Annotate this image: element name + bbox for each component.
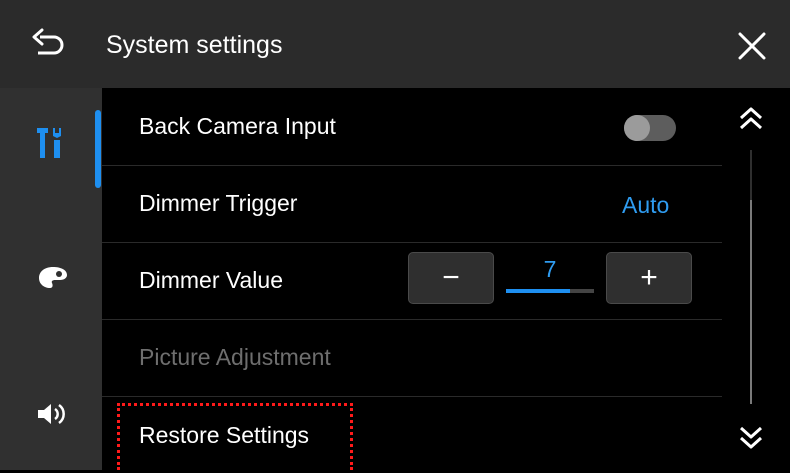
volume-icon — [38, 403, 65, 425]
minus-icon: − — [442, 261, 460, 294]
dimmer-level-bar — [506, 289, 594, 293]
setting-row-back-camera-input[interactable]: Back Camera Input — [102, 88, 722, 166]
increase-dimmer-button[interactable]: + — [606, 252, 692, 304]
palette-icon — [39, 267, 67, 288]
scroll-up-button[interactable] — [735, 104, 767, 136]
setting-label: Back Camera Input — [139, 113, 336, 139]
focus-highlight — [117, 403, 353, 470]
back-button[interactable] — [30, 28, 66, 60]
active-tab-indicator — [95, 110, 101, 188]
category-sidebar — [0, 88, 102, 470]
decrease-dimmer-button[interactable]: − — [408, 252, 494, 304]
title-bar: System settings — [0, 0, 790, 88]
dimmer-trigger-value[interactable]: Auto — [622, 192, 669, 219]
scrollbar-thumb[interactable] — [750, 200, 752, 404]
tab-display[interactable] — [0, 238, 102, 318]
setting-label: Picture Adjustment — [139, 344, 331, 370]
back-camera-toggle[interactable] — [624, 115, 676, 141]
close-button[interactable] — [734, 28, 770, 64]
setting-row-picture-adjustment: Picture Adjustment — [102, 319, 722, 397]
page-title: System settings — [106, 31, 283, 59]
dimmer-level-fill — [506, 289, 571, 293]
double-chevron-up-icon — [739, 107, 763, 130]
close-icon — [738, 32, 766, 60]
dimmer-value-display: 7 — [543, 256, 557, 282]
setting-label: Dimmer Value — [139, 267, 283, 293]
double-chevron-down-icon — [739, 426, 763, 449]
tools-icon — [37, 128, 61, 158]
tab-sound[interactable] — [0, 372, 102, 452]
back-arrow-icon — [32, 28, 64, 55]
setting-label: Dimmer Trigger — [139, 190, 298, 216]
toggle-knob — [624, 115, 650, 141]
tab-general[interactable] — [0, 104, 102, 184]
plus-icon: + — [640, 261, 658, 294]
scroll-down-button[interactable] — [735, 420, 767, 452]
